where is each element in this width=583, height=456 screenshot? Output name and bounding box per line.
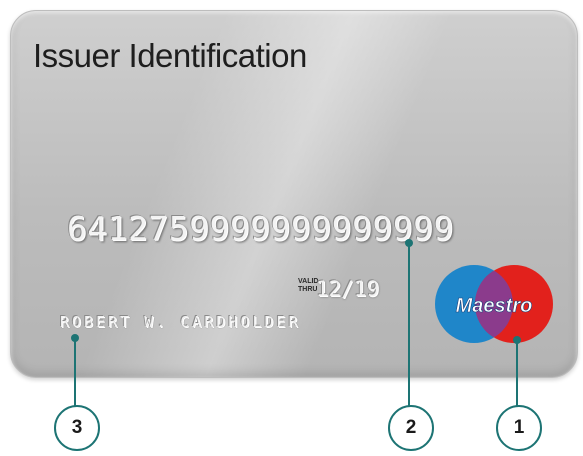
callout-dot-2 [405,239,413,247]
callout-marker-2: 2 [388,405,434,451]
callout-lines [71,239,521,411]
callout-dot-1 [513,336,521,344]
callout-marker-1: 1 [496,405,542,451]
callout-marker-3: 3 [54,405,100,451]
callout-dot-3 [71,334,79,342]
